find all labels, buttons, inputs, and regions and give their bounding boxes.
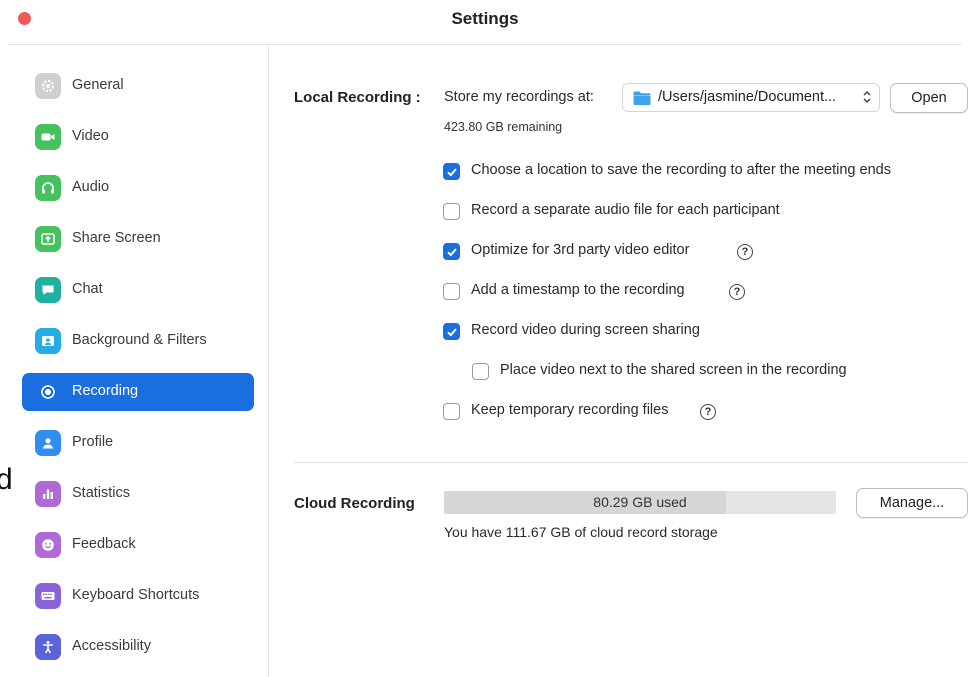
sidebar-item-label: Profile (72, 434, 114, 450)
window-title: Settings (451, 9, 519, 28)
sidebar: General Video Audio Share Screen Chat Ba… (0, 45, 268, 677)
video-camera-icon (35, 124, 61, 150)
profile-icon (35, 430, 61, 456)
recording-settings-panel: Local Recording : Store my recordings at… (270, 45, 970, 677)
sidebar-divider (268, 45, 269, 677)
checkbox-add-timestamp[interactable] (443, 283, 460, 300)
sidebar-item-label: Video (72, 128, 109, 144)
stray-text-fragment: d (0, 463, 13, 496)
cloud-storage-used-text: 80.29 GB used (593, 494, 687, 510)
local-storage-remaining: 423.80 GB remaining (444, 120, 563, 134)
option-label-keep-temp-files: Keep temporary recording files (471, 402, 669, 418)
checkbox-optimize-editor[interactable] (443, 243, 460, 260)
sidebar-item-label: Chat (72, 281, 103, 297)
bar-chart-icon (35, 481, 61, 507)
smiley-icon (35, 532, 61, 558)
sidebar-item-statistics[interactable]: Statistics (22, 475, 254, 513)
sidebar-item-label: Audio (72, 179, 110, 195)
sidebar-item-feedback[interactable]: Feedback (22, 526, 254, 564)
sidebar-item-label: Statistics (72, 485, 131, 501)
sidebar-item-label: Keyboard Shortcuts (72, 587, 200, 603)
checkbox-choose-location[interactable] (443, 163, 460, 180)
sidebar-item-share-screen[interactable]: Share Screen (22, 220, 254, 258)
record-icon (35, 379, 61, 405)
checkmark-icon (447, 168, 457, 177)
accessibility-icon (35, 634, 61, 660)
cloud-storage-total-text: You have 111.67 GB of cloud record stora… (444, 524, 718, 540)
help-icon[interactable]: ? (729, 284, 745, 300)
checkbox-record-video-sharing[interactable] (443, 323, 460, 340)
sidebar-item-recording[interactable]: Recording (22, 373, 254, 411)
option-label-record-video-sharing: Record video during screen sharing (471, 322, 700, 338)
sidebar-item-label: General (72, 77, 124, 93)
headphones-icon (35, 175, 61, 201)
folder-icon (633, 91, 651, 105)
help-icon[interactable]: ? (737, 244, 753, 260)
sidebar-item-keyboard-shortcuts[interactable]: Keyboard Shortcuts (22, 577, 254, 615)
local-recording-label: Local Recording : (294, 89, 421, 106)
recording-path-value: /Users/jasmine/Document... (658, 89, 837, 105)
sidebar-item-accessibility[interactable]: Accessibility (22, 628, 254, 666)
manage-cloud-button[interactable]: Manage... (856, 488, 968, 518)
background-person-icon (35, 328, 61, 354)
checkbox-keep-temp-files[interactable] (443, 403, 460, 420)
title-bar: Settings (0, 0, 970, 44)
sidebar-item-label: Accessibility (72, 638, 151, 654)
chat-bubble-icon (35, 277, 61, 303)
sidebar-item-audio[interactable]: Audio (22, 169, 254, 207)
cloud-recording-label: Cloud Recording (294, 495, 415, 512)
chevron-updown-icon (863, 90, 871, 104)
sidebar-item-label: Feedback (72, 536, 136, 552)
sidebar-item-background-filters[interactable]: Background & Filters (22, 322, 254, 360)
checkmark-icon (447, 328, 457, 337)
sidebar-item-chat[interactable]: Chat (22, 271, 254, 309)
sidebar-item-label: Background & Filters (72, 332, 207, 348)
gear-icon (35, 73, 61, 99)
option-label-add-timestamp: Add a timestamp to the recording (471, 282, 685, 298)
cloud-storage-bar: 80.29 GB used (444, 491, 836, 514)
sidebar-item-label: Recording (72, 383, 139, 399)
sidebar-item-profile[interactable]: Profile (22, 424, 254, 462)
checkbox-place-video-next[interactable] (472, 363, 489, 380)
share-screen-icon (35, 226, 61, 252)
option-label-optimize-editor: Optimize for 3rd party video editor (471, 242, 690, 258)
section-divider (294, 462, 968, 463)
checkbox-separate-audio[interactable] (443, 203, 460, 220)
option-label-separate-audio: Record a separate audio file for each pa… (471, 202, 780, 218)
open-folder-button[interactable]: Open (890, 83, 968, 113)
recording-path-select[interactable]: /Users/jasmine/Document... (622, 83, 880, 112)
checkmark-icon (447, 248, 457, 257)
option-label-choose-location: Choose a location to save the recording … (471, 162, 891, 178)
sidebar-item-general[interactable]: General (22, 67, 254, 105)
sidebar-item-label: Share Screen (72, 230, 161, 246)
keyboard-icon (35, 583, 61, 609)
store-location-label: Store my recordings at: (444, 89, 594, 105)
help-icon[interactable]: ? (700, 404, 716, 420)
sidebar-item-video[interactable]: Video (22, 118, 254, 156)
option-label-place-video-next: Place video next to the shared screen in… (500, 362, 847, 378)
